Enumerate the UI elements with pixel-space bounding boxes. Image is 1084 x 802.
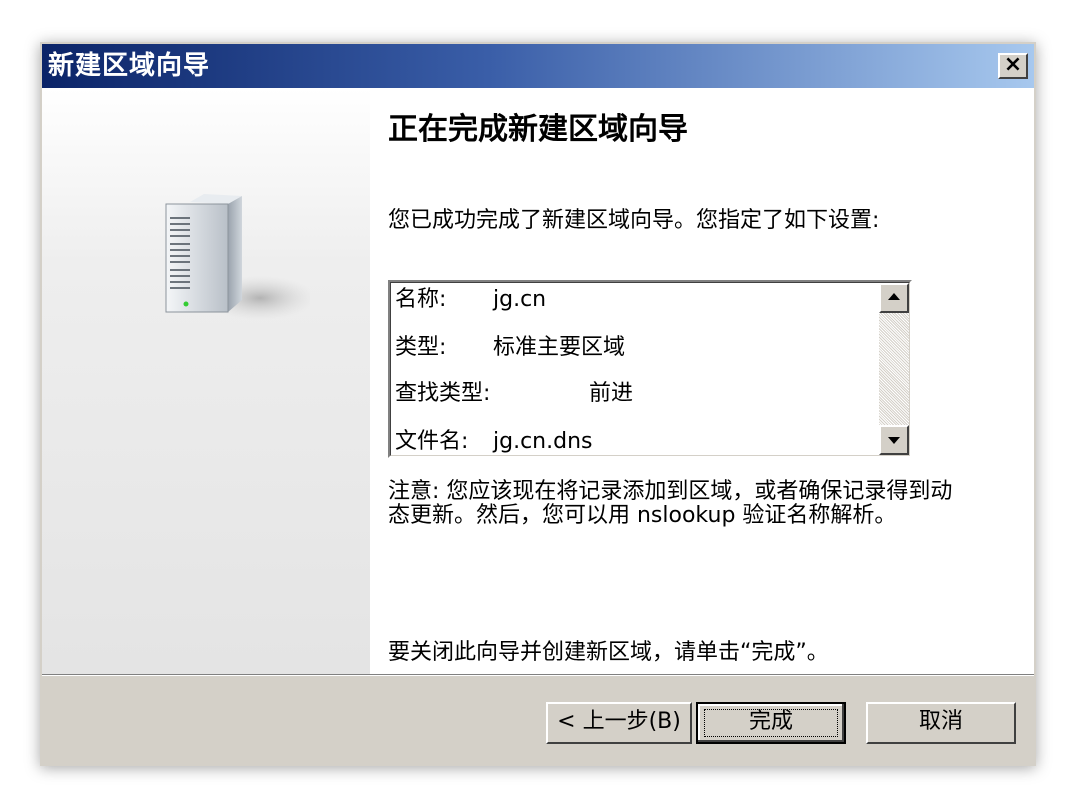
- back-button[interactable]: < 上一步(B): [546, 702, 692, 744]
- cancel-button[interactable]: 取消: [866, 702, 1016, 744]
- setting-label: 类型:: [395, 335, 447, 360]
- note-text: 注意: 您应该现在将记录添加到区域，或者确保记录得到动态更新。然后，您可以用 n…: [388, 479, 953, 528]
- button-separator: [42, 674, 1034, 676]
- arrow-down-icon: [888, 437, 900, 444]
- scroll-down-button[interactable]: [879, 425, 909, 455]
- list-item-file-name: 文件名: jg.cn.dns: [395, 427, 592, 455]
- list-item-name: 名称: jg.cn: [395, 285, 546, 315]
- setting-value: jg.cn.dns: [493, 429, 593, 454]
- list-item-type: 类型: 标准主要区域: [395, 333, 625, 363]
- closing-instruction: 要关闭此向导并创建新区域，请单击“完成”。: [388, 640, 829, 665]
- window-title: 新建区域向导: [48, 51, 211, 81]
- focus-ring: [704, 709, 838, 737]
- finish-button[interactable]: 完成: [696, 702, 846, 744]
- new-zone-wizard-dialog: 新建区域向导 × 正在完成新建区域向导 您已成功完成了新建区域向导。您指定了如下…: [40, 42, 1036, 766]
- close-button[interactable]: ×: [998, 53, 1028, 79]
- intro-text: 您已成功完成了新建区域向导。您指定了如下设置:: [388, 208, 880, 233]
- setting-value: jg.cn: [493, 287, 547, 312]
- title-bar[interactable]: 新建区域向导 ×: [42, 44, 1034, 88]
- vertical-scrollbar[interactable]: [879, 283, 909, 455]
- setting-value: 前进: [589, 381, 634, 406]
- setting-label: 文件名:: [395, 429, 469, 454]
- list-item-lookup-type: 查找类型: 前进: [395, 379, 633, 409]
- setting-label: 查找类型:: [395, 381, 491, 406]
- settings-summary-list[interactable]: 名称: jg.cn 类型: 标准主要区域 查找类型: 前进 文件名: jg.cn…: [388, 280, 912, 458]
- settings-rows: 名称: jg.cn 类型: 标准主要区域 查找类型: 前进 文件名: jg.cn…: [393, 283, 879, 455]
- wizard-side-panel: [42, 88, 370, 674]
- wizard-content: 正在完成新建区域向导 您已成功完成了新建区域向导。您指定了如下设置: 名称: j…: [42, 88, 1034, 674]
- setting-value: 标准主要区域: [493, 335, 626, 360]
- scroll-up-button[interactable]: [879, 283, 909, 313]
- page-title: 正在完成新建区域向导: [388, 112, 688, 147]
- arrow-up-icon: [888, 293, 900, 300]
- setting-label: 名称:: [395, 287, 447, 312]
- close-icon: ×: [1003, 52, 1023, 77]
- server-icon: [165, 194, 310, 320]
